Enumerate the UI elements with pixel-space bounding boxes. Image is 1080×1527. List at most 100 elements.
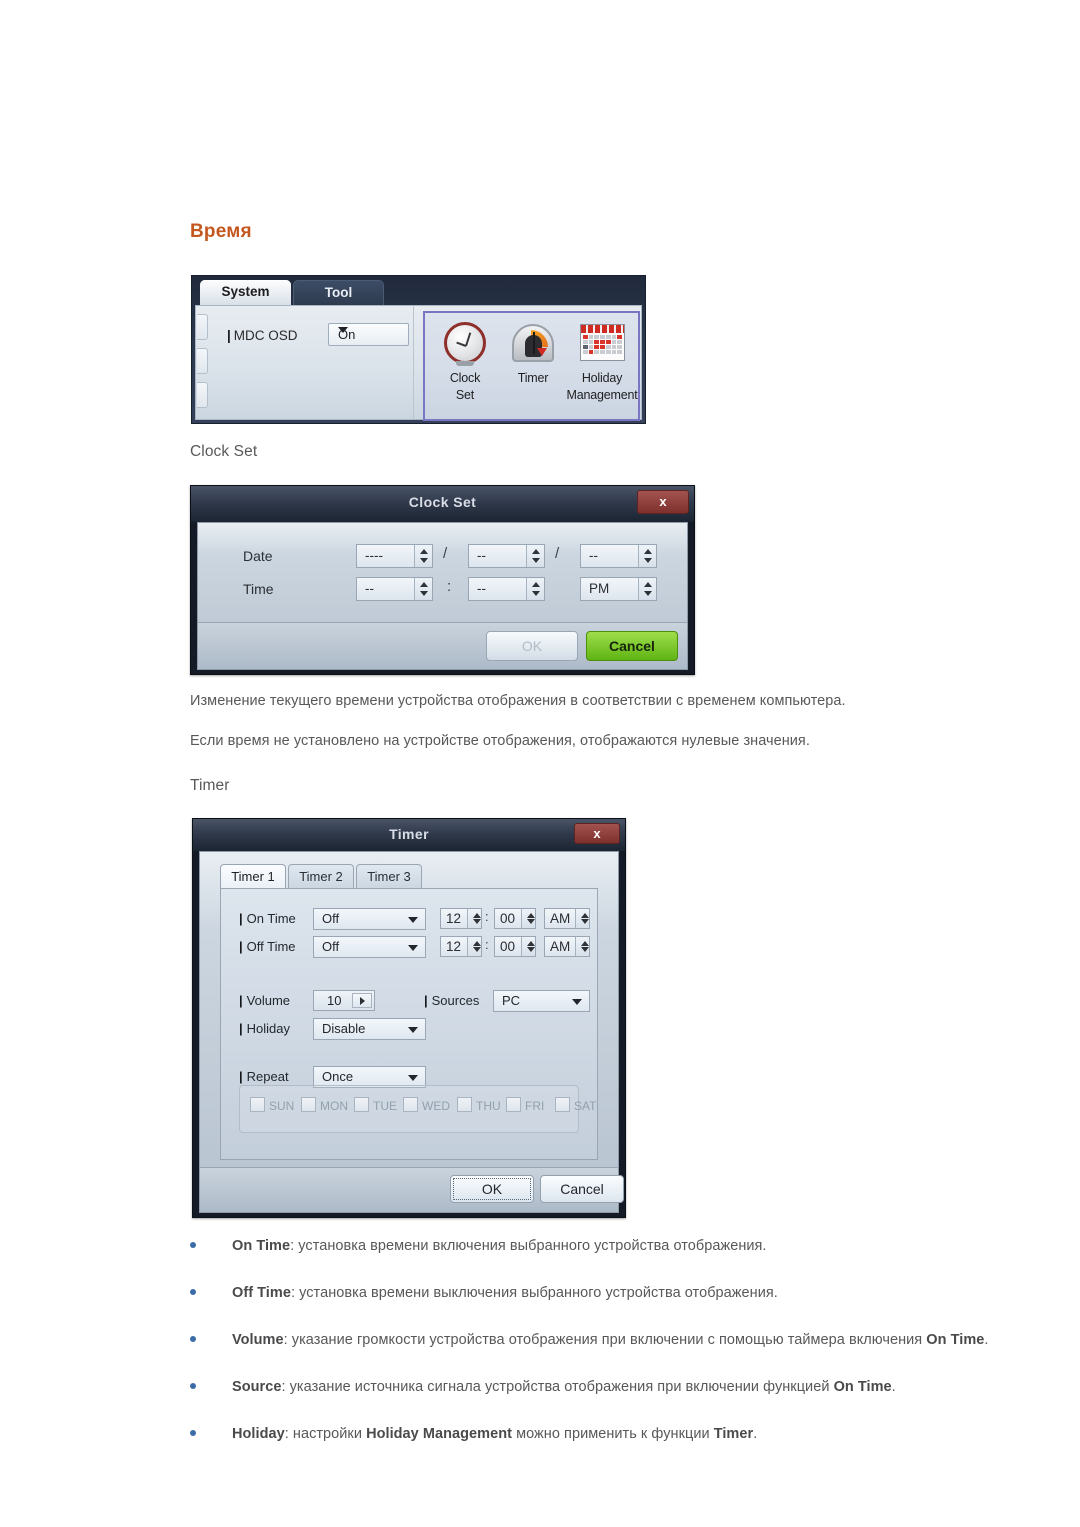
- holiday-label-1: Holiday: [581, 371, 623, 385]
- mdc-osd-dropdown[interactable]: On: [328, 323, 409, 346]
- checkbox-thu[interactable]: [457, 1097, 472, 1112]
- bullet-tail-volume: .: [984, 1332, 989, 1348]
- holiday-label: | Holiday: [239, 1021, 290, 1036]
- tab-timer-1[interactable]: Timer 1: [220, 864, 286, 889]
- spinner-arrows-icon[interactable]: [521, 937, 535, 956]
- spinner-arrows-icon[interactable]: [414, 545, 432, 567]
- bullet-tail-source: .: [891, 1379, 896, 1395]
- off-time-hour-spinner[interactable]: 12: [440, 936, 482, 957]
- spinner-arrows-icon[interactable]: [575, 937, 589, 956]
- timer-ok-button[interactable]: OK: [450, 1175, 534, 1203]
- ribbon-button-holiday-management[interactable]: Holiday Management: [565, 320, 639, 402]
- day-label-tue: TUE: [373, 1099, 397, 1113]
- clock-set-title: Clock Set: [408, 494, 477, 510]
- bullet-text-off-time: : установка времени выключения выбранног…: [290, 1285, 778, 1301]
- time-separator-1: :: [447, 578, 452, 595]
- time-label: Time: [243, 581, 274, 597]
- spinner-arrows-icon[interactable]: [638, 545, 656, 567]
- sources-dropdown[interactable]: PC: [493, 990, 590, 1012]
- volume-label: | Volume: [239, 993, 291, 1008]
- spinner-arrows-icon[interactable]: [638, 578, 656, 600]
- date-year-spinner[interactable]: ----: [356, 544, 433, 568]
- checkbox-tue[interactable]: [354, 1097, 369, 1112]
- tab-timer-2[interactable]: Timer 2: [288, 864, 354, 889]
- subheading-timer: Timer: [190, 777, 230, 794]
- date-month-value: --: [477, 548, 486, 563]
- spinner-arrows-icon[interactable]: [467, 937, 481, 956]
- mdc-osd-label: | MDC OSD: [227, 328, 298, 343]
- on-time-hour-spinner[interactable]: 12: [440, 908, 482, 929]
- day-label-wed: WED: [422, 1099, 450, 1113]
- paragraph-1: Изменение текущего времени устройства от…: [190, 693, 846, 709]
- ribbon-stub-2[interactable]: [197, 348, 208, 374]
- off-time-meridiem-spinner[interactable]: AM: [544, 936, 590, 957]
- day-label-fri: FRI: [525, 1099, 545, 1113]
- bullet-term-volume: Volume: [232, 1332, 284, 1348]
- spinner-arrows-icon[interactable]: [521, 909, 535, 928]
- clock-set-cancel-button[interactable]: Cancel: [586, 631, 678, 661]
- bullet-off-time: Off Time: установка времени выключения в…: [190, 1280, 1030, 1306]
- bullet-holiday: Holiday: настройки Holiday Management мо…: [190, 1421, 1030, 1447]
- close-icon[interactable]: x: [574, 823, 620, 844]
- holiday-label-2: Management: [566, 388, 638, 402]
- tab-system[interactable]: System: [200, 280, 291, 306]
- bullet-dot-icon: [190, 1242, 196, 1248]
- time-minute-value: --: [477, 581, 486, 596]
- checkbox-sun[interactable]: [250, 1097, 265, 1112]
- date-month-spinner[interactable]: --: [468, 544, 545, 568]
- bullet-list: On Time: установка времени включения выб…: [190, 1233, 1030, 1468]
- bullet-dot-icon: [190, 1383, 196, 1389]
- bullet-term2-source: On Time: [833, 1379, 892, 1395]
- repeat-label: | Repeat: [239, 1069, 289, 1084]
- holiday-dropdown[interactable]: Disable: [313, 1018, 426, 1040]
- ribbon-button-clock-set[interactable]: Clock Set: [431, 320, 499, 402]
- spinner-arrows-icon[interactable]: [526, 545, 544, 567]
- volume-increase-icon[interactable]: [352, 993, 372, 1008]
- time-hour-spinner[interactable]: --: [356, 577, 433, 601]
- timer-cancel-button[interactable]: Cancel: [540, 1175, 624, 1203]
- checkbox-wed[interactable]: [403, 1097, 418, 1112]
- checkbox-sat[interactable]: [555, 1097, 570, 1112]
- on-time-state-dropdown[interactable]: Off: [313, 908, 426, 930]
- bullet-dot-icon: [190, 1430, 196, 1436]
- on-time-state-value: Off: [322, 911, 340, 926]
- bullet-text-source: : указание источника сигнала устройства …: [281, 1379, 834, 1395]
- timer-settings-panel: | On Time Off 12 : 00 AM | Off Time Off …: [220, 888, 598, 1160]
- document-page: Время System Tool | MDC OSD On Clock Set…: [0, 0, 1080, 1527]
- clock-set-body: Date ---- / -- / -- Time -- : -- PM OK C…: [197, 522, 688, 670]
- clock-set-label-2: Set: [455, 388, 475, 402]
- time-minute-spinner[interactable]: --: [468, 577, 545, 601]
- volume-stepper[interactable]: 10: [313, 990, 375, 1011]
- spinner-arrows-icon[interactable]: [467, 909, 481, 928]
- off-time-minute-spinner[interactable]: 00: [494, 936, 536, 957]
- close-icon[interactable]: x: [637, 490, 689, 514]
- bullet-term-holiday: Holiday: [232, 1426, 285, 1442]
- spinner-arrows-icon[interactable]: [575, 909, 589, 928]
- repeat-value: Once: [322, 1069, 354, 1084]
- ribbon-body: | MDC OSD On Clock Set Timer Holiday Man…: [195, 305, 642, 421]
- clock-set-ok-button[interactable]: OK: [486, 631, 578, 661]
- checkbox-mon[interactable]: [301, 1097, 316, 1112]
- checkbox-fri[interactable]: [506, 1097, 521, 1112]
- ribbon-button-timer[interactable]: Timer: [499, 320, 567, 385]
- ribbon-group-stubs: [196, 306, 209, 419]
- ribbon-stub-1[interactable]: [197, 314, 208, 340]
- date-day-spinner[interactable]: --: [580, 544, 657, 568]
- bullet-term3-holiday: Timer: [713, 1426, 754, 1442]
- sources-label: | Sources: [424, 993, 480, 1008]
- time-meridiem-spinner[interactable]: PM: [580, 577, 657, 601]
- date-day-value: --: [589, 548, 598, 563]
- ribbon-stub-3[interactable]: [197, 382, 208, 408]
- on-time-meridiem-spinner[interactable]: AM: [544, 908, 590, 929]
- on-time-minute-spinner[interactable]: 00: [494, 908, 536, 929]
- bullet-dot-icon: [190, 1289, 196, 1295]
- spinner-arrows-icon[interactable]: [414, 578, 432, 600]
- spinner-arrows-icon[interactable]: [526, 578, 544, 600]
- time-hour-value: --: [365, 581, 374, 596]
- off-time-state-dropdown[interactable]: Off: [313, 936, 426, 958]
- tab-timer-3[interactable]: Timer 3: [356, 864, 422, 889]
- bullet-term-on-time: On Time: [232, 1238, 291, 1254]
- clock-set-titlebar: Clock Set x: [191, 486, 694, 522]
- bullet-mid-holiday: можно применить к функции: [512, 1426, 714, 1442]
- tab-tool[interactable]: Tool: [293, 280, 384, 306]
